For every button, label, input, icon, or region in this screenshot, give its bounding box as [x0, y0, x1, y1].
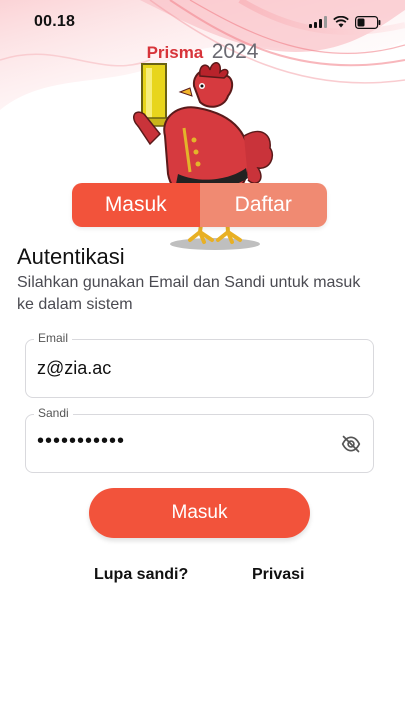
wifi-icon: [333, 16, 349, 28]
eye-off-icon[interactable]: [341, 434, 361, 454]
forgot-password-link[interactable]: Lupa sandi?: [94, 566, 188, 584]
cellular-signal-icon: [309, 16, 327, 28]
page-subtitle: Silahkan gunakan Email dan Sandi untuk m…: [17, 274, 361, 313]
status-icons: [309, 15, 381, 29]
page-title: Autentikasi: [17, 244, 125, 269]
password-field[interactable]: Sandi •••••••••••: [25, 406, 374, 473]
password-field-label: Sandi: [34, 406, 73, 420]
email-field-label: Email: [34, 331, 73, 345]
tab-masuk[interactable]: Masuk: [72, 183, 200, 227]
password-field-value: •••••••••••: [37, 430, 126, 452]
battery-icon: [355, 15, 381, 29]
email-field-value: z@zia.ac: [37, 358, 112, 378]
email-field[interactable]: Email z@zia.ac: [25, 331, 374, 398]
tab-daftar[interactable]: Daftar: [199, 183, 327, 227]
login-button[interactable]: Masuk: [89, 488, 310, 538]
status-bar: 00.18: [0, 0, 405, 44]
privacy-link[interactable]: Privasi: [252, 566, 304, 584]
status-time: 00.18: [34, 13, 76, 30]
auth-tabs: Masuk Daftar: [72, 183, 327, 227]
